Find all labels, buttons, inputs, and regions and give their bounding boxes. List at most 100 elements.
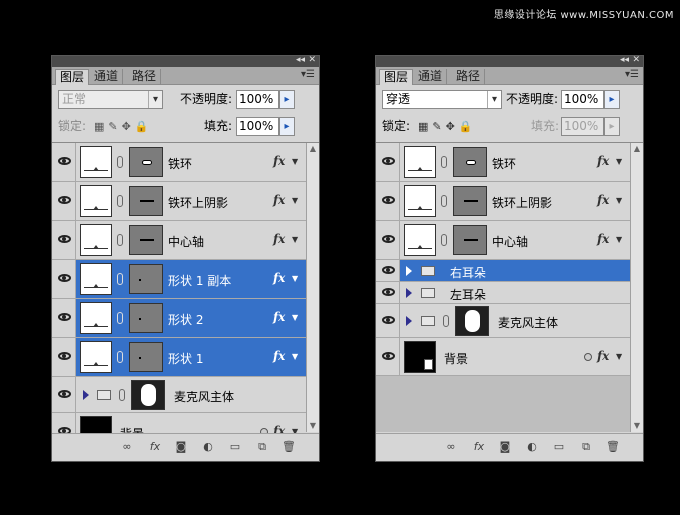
lock-icons[interactable]: ▦✎✥🔒 bbox=[418, 117, 477, 136]
folder-icon[interactable]: ▭ bbox=[552, 441, 566, 453]
tab-paths[interactable]: 路径 bbox=[128, 69, 162, 85]
layer-row[interactable]: 铁环上阴影 fx ▼ bbox=[376, 182, 630, 221]
layer-row-background[interactable]: 背景 fx ▼ bbox=[376, 338, 630, 376]
layer-group-row[interactable]: 麦克风主体 bbox=[376, 304, 630, 338]
expand-triangle-icon[interactable] bbox=[83, 390, 89, 400]
link-icon[interactable] bbox=[117, 195, 123, 207]
link-icon[interactable] bbox=[117, 156, 123, 168]
eye-icon[interactable] bbox=[58, 157, 71, 165]
tab-paths[interactable]: 路径 bbox=[452, 69, 486, 85]
layer-row-selected[interactable]: 形状 2 fx ▼ bbox=[52, 299, 306, 338]
expand-arrow-icon[interactable]: ▼ bbox=[616, 196, 622, 205]
lock-icons[interactable]: ▦✎✥🔒 bbox=[94, 117, 153, 136]
link-icon[interactable] bbox=[117, 312, 123, 324]
blend-mode-select[interactable]: 穿透 ▾ bbox=[382, 90, 502, 109]
expand-arrow-icon[interactable]: ▼ bbox=[616, 235, 622, 244]
close-icon[interactable]: ✕ bbox=[632, 55, 640, 66]
expand-arrow-icon[interactable]: ▼ bbox=[292, 352, 298, 361]
eye-icon[interactable] bbox=[382, 196, 395, 204]
fill-stepper[interactable]: ▸ bbox=[279, 117, 295, 136]
scroll-down-icon[interactable]: ▼ bbox=[307, 420, 319, 432]
eye-icon[interactable] bbox=[382, 266, 395, 274]
fx-icon[interactable]: fx bbox=[148, 441, 162, 453]
eye-icon[interactable] bbox=[382, 157, 395, 165]
expand-arrow-icon[interactable]: ▼ bbox=[292, 235, 298, 244]
eye-icon[interactable] bbox=[58, 274, 71, 282]
eye-icon[interactable] bbox=[58, 313, 71, 321]
fx-icon[interactable]: fx bbox=[273, 349, 285, 363]
layer-group-row[interactable]: 麦克风主体 bbox=[52, 377, 306, 413]
link-icon[interactable] bbox=[117, 273, 123, 285]
tab-channels[interactable]: 通道 bbox=[414, 69, 448, 85]
eye-icon[interactable] bbox=[58, 235, 71, 243]
layer-row[interactable]: 铁环上阴影 fx ▼ bbox=[52, 182, 306, 221]
fx-icon[interactable]: fx bbox=[472, 441, 486, 453]
blend-mode-select[interactable]: 正常 ▾ bbox=[58, 90, 163, 109]
tab-channels[interactable]: 通道 bbox=[90, 69, 124, 85]
eye-icon[interactable] bbox=[382, 316, 395, 324]
collapse-icon[interactable]: ◂◂ bbox=[296, 55, 305, 66]
layer-row[interactable]: 中心轴 fx ▼ bbox=[376, 221, 630, 260]
opacity-stepper[interactable]: ▸ bbox=[604, 90, 620, 109]
eye-icon[interactable] bbox=[382, 235, 395, 243]
layer-group-row[interactable]: 左耳朵 bbox=[376, 282, 630, 304]
expand-triangle-icon[interactable] bbox=[406, 316, 412, 326]
link-icon[interactable] bbox=[441, 195, 447, 207]
fx-icon[interactable]: fx bbox=[597, 193, 609, 207]
expand-arrow-icon[interactable]: ▼ bbox=[616, 352, 622, 361]
fx-icon[interactable]: fx bbox=[273, 154, 285, 168]
link-icon[interactable] bbox=[441, 156, 447, 168]
fx-icon[interactable]: fx bbox=[597, 349, 609, 363]
fx-icon[interactable]: fx bbox=[597, 232, 609, 246]
fx-icon[interactable]: fx bbox=[273, 232, 285, 246]
expand-triangle-icon[interactable] bbox=[406, 288, 412, 298]
fx-icon[interactable]: fx bbox=[597, 154, 609, 168]
link-icon[interactable]: ∞ bbox=[120, 441, 134, 453]
expand-arrow-icon[interactable]: ▼ bbox=[292, 196, 298, 205]
fill-input[interactable]: 100% bbox=[236, 117, 279, 136]
fx-icon[interactable]: fx bbox=[273, 310, 285, 324]
link-icon[interactable] bbox=[441, 234, 447, 246]
new-layer-icon[interactable]: ⧉ bbox=[579, 441, 593, 453]
mask-icon[interactable]: ◙ bbox=[174, 441, 188, 453]
adjustment-icon[interactable]: ◐ bbox=[201, 441, 215, 453]
expand-arrow-icon[interactable]: ▼ bbox=[616, 157, 622, 166]
opacity-input[interactable]: 100% bbox=[561, 90, 604, 109]
expand-arrow-icon[interactable]: ▼ bbox=[292, 313, 298, 322]
expand-arrow-icon[interactable]: ▼ bbox=[292, 157, 298, 166]
link-icon[interactable] bbox=[119, 389, 125, 401]
collapse-icon[interactable]: ◂◂ bbox=[620, 55, 629, 66]
layer-row[interactable]: 铁环 fx ▼ bbox=[52, 143, 306, 182]
link-icon[interactable] bbox=[117, 351, 123, 363]
layer-row[interactable]: 中心轴 fx ▼ bbox=[52, 221, 306, 260]
link-icon[interactable]: ∞ bbox=[444, 441, 458, 453]
layer-row-selected[interactable]: 形状 1 fx ▼ bbox=[52, 338, 306, 377]
panel-menu-icon[interactable]: ▾☰ bbox=[625, 69, 639, 80]
tab-layers[interactable]: 图层 bbox=[379, 69, 414, 85]
adjustment-icon[interactable]: ◐ bbox=[525, 441, 539, 453]
eye-icon[interactable] bbox=[382, 288, 395, 296]
fx-icon[interactable]: fx bbox=[273, 271, 285, 285]
link-icon[interactable] bbox=[443, 315, 449, 327]
expand-triangle-icon[interactable] bbox=[406, 266, 412, 276]
new-layer-icon[interactable]: ⧉ bbox=[255, 441, 269, 453]
scrollbar[interactable]: ▲ ▼ bbox=[630, 143, 643, 432]
link-icon[interactable] bbox=[117, 234, 123, 246]
trash-icon[interactable]: 🗑 bbox=[606, 441, 620, 453]
folder-icon[interactable]: ▭ bbox=[228, 441, 242, 453]
fx-icon[interactable]: fx bbox=[273, 193, 285, 207]
layer-row-selected[interactable]: 形状 1 副本 fx ▼ bbox=[52, 260, 306, 299]
opacity-stepper[interactable]: ▸ bbox=[279, 90, 295, 109]
layer-group-row-selected[interactable]: 右耳朵 bbox=[376, 260, 630, 282]
eye-icon[interactable] bbox=[58, 196, 71, 204]
trash-icon[interactable]: 🗑 bbox=[282, 441, 296, 453]
tab-layers[interactable]: 图层 bbox=[55, 69, 90, 85]
close-icon[interactable]: ✕ bbox=[308, 55, 316, 66]
opacity-input[interactable]: 100% bbox=[236, 90, 279, 109]
scroll-down-icon[interactable]: ▼ bbox=[631, 420, 643, 432]
scroll-up-icon[interactable]: ▲ bbox=[631, 143, 643, 155]
scroll-up-icon[interactable]: ▲ bbox=[307, 143, 319, 155]
eye-icon[interactable] bbox=[58, 352, 71, 360]
eye-icon[interactable] bbox=[58, 390, 71, 398]
panel-menu-icon[interactable]: ▾☰ bbox=[301, 69, 315, 80]
